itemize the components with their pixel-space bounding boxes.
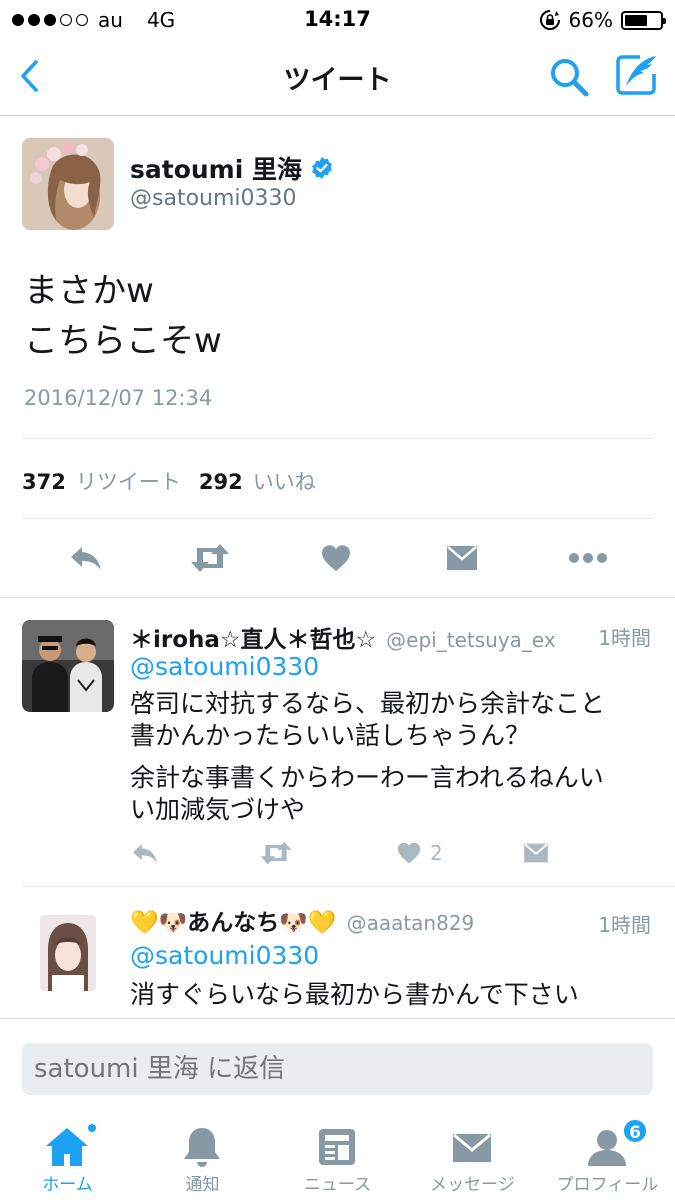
divider bbox=[22, 518, 653, 519]
like-count: 2 bbox=[430, 841, 443, 865]
tab-label: 通知 bbox=[185, 1175, 220, 1195]
rotation-lock-icon bbox=[539, 10, 560, 30]
reply-text-line: い加減気づけや bbox=[130, 795, 306, 824]
battery-icon bbox=[621, 10, 666, 30]
reply-user-handle[interactable]: @epi_tetsuya_ex bbox=[386, 628, 556, 652]
user-handle[interactable]: @satoumi0330 bbox=[130, 186, 297, 211]
tab-profile[interactable]: 6 プロフィール bbox=[540, 1114, 675, 1200]
divider bbox=[22, 438, 653, 439]
avatar[interactable] bbox=[22, 620, 114, 712]
reply-time: 1時間 bbox=[598, 626, 651, 650]
heart-icon bbox=[397, 842, 421, 864]
battery-percent: 66% bbox=[568, 8, 613, 32]
reply-header: 💛🐶あんなち🐶💛 @aaatan829 bbox=[130, 903, 474, 937]
reply-user-name[interactable]: 💛🐶あんなち🐶💛 bbox=[130, 903, 337, 937]
reply-icon bbox=[71, 547, 101, 570]
retweet-button[interactable] bbox=[258, 838, 294, 868]
search-icon[interactable] bbox=[548, 56, 590, 98]
avatar[interactable] bbox=[22, 138, 114, 230]
envelope-icon bbox=[524, 843, 548, 863]
retweet-icon bbox=[260, 841, 292, 865]
direct-message-button[interactable] bbox=[440, 536, 484, 580]
tab-label: ニュース bbox=[303, 1175, 372, 1195]
reply-header: ＊iroha☆直人＊哲也☆ @epi_tetsuya_ex bbox=[130, 620, 556, 654]
nav-bar: ツイート bbox=[0, 40, 675, 116]
retweet-count[interactable]: 372 bbox=[22, 470, 66, 494]
tab-label: メッセージ bbox=[430, 1175, 515, 1195]
reply-button[interactable] bbox=[130, 838, 160, 868]
mail-icon bbox=[453, 1133, 491, 1162]
tab-label: プロフィール bbox=[556, 1175, 659, 1195]
reply-tweet[interactable]: ＊iroha☆直人＊哲也☆ @epi_tetsuya_ex 1時間 @satou… bbox=[0, 598, 675, 886]
tab-news[interactable]: ニュース bbox=[270, 1114, 405, 1200]
reply-actions: 2 bbox=[0, 838, 675, 868]
user-name-text: satoumi 里海 bbox=[130, 155, 302, 184]
tweet-timestamp: 2016/12/07 12:34 bbox=[24, 386, 213, 410]
tweet-actions bbox=[0, 536, 675, 580]
news-icon bbox=[319, 1129, 355, 1165]
verified-badge-icon bbox=[312, 157, 332, 179]
reply-user-name[interactable]: ＊iroha☆直人＊哲也☆ bbox=[130, 620, 376, 654]
reply-icon bbox=[133, 844, 157, 863]
reply-text: 消すぐらいなら最初から書かんで下さい bbox=[130, 979, 579, 1011]
user-name[interactable]: satoumi 里海 bbox=[130, 150, 334, 186]
status-right: 66% bbox=[539, 8, 666, 32]
like-button[interactable]: 2 bbox=[396, 838, 443, 868]
reply-mention-link[interactable]: @satoumi0330 bbox=[130, 941, 319, 970]
more-button[interactable] bbox=[566, 536, 610, 580]
envelope-icon bbox=[447, 546, 477, 570]
reply-time: 1時間 bbox=[598, 913, 651, 937]
like-button[interactable] bbox=[314, 536, 358, 580]
like-label[interactable]: いいね bbox=[253, 466, 316, 496]
reply-text-line: 啓司に対抗するなら、最初から余計なこと bbox=[130, 689, 606, 718]
tab-messages[interactable]: メッセージ bbox=[405, 1114, 540, 1200]
reply-composer bbox=[0, 1018, 675, 1114]
tweet-stats: 372 リツイート 292 いいね bbox=[22, 466, 324, 496]
status-bar: au 4G 14:17 66% bbox=[0, 0, 675, 40]
retweet-label[interactable]: リツイート bbox=[76, 466, 181, 496]
reply-text: 啓司に対抗するなら、最初から余計なこと 書かんかったらいい話しちゃうん？ 余計な… bbox=[130, 688, 605, 826]
new-indicator-dot bbox=[86, 1122, 98, 1134]
avatar[interactable] bbox=[40, 915, 96, 991]
tab-label: ホーム bbox=[42, 1175, 93, 1195]
tab-notifications[interactable]: 通知 bbox=[135, 1114, 270, 1200]
tweet-text-line: まさかw bbox=[24, 271, 154, 311]
bell-icon bbox=[184, 1128, 220, 1167]
reply-input[interactable] bbox=[22, 1043, 653, 1095]
reply-text-line: 書かんかったらいい話しちゃうん？ bbox=[130, 721, 531, 750]
reply-tweet[interactable]: 💛🐶あんなち🐶💛 @aaatan829 1時間 @satoumi0330 消すぐ… bbox=[0, 887, 675, 1018]
retweet-icon bbox=[191, 544, 229, 572]
retweet-button[interactable] bbox=[188, 536, 232, 580]
reply-user-handle[interactable]: @aaatan829 bbox=[347, 911, 475, 935]
home-icon bbox=[46, 1128, 88, 1166]
tab-home[interactable]: ホーム bbox=[0, 1114, 135, 1200]
reply-mention-link[interactable]: @satoumi0330 bbox=[130, 652, 319, 681]
tab-bar: ホーム 通知 ニュース メッセージ 6 プロフィール bbox=[0, 1114, 675, 1200]
tweet-text: まさかw こちらこそw bbox=[24, 266, 222, 366]
compose-tweet-icon[interactable] bbox=[614, 52, 660, 98]
notification-badge: 6 bbox=[622, 1118, 648, 1144]
heart-icon bbox=[322, 545, 350, 571]
direct-message-button[interactable] bbox=[522, 838, 550, 868]
more-dots-icon bbox=[569, 553, 607, 563]
like-count[interactable]: 292 bbox=[199, 470, 243, 494]
reply-text-line: 余計な事書くからわーわー言われるねんい bbox=[130, 763, 604, 792]
tweet-text-line: こちらこそw bbox=[24, 321, 222, 361]
reply-text-line: 消すぐらいなら最初から書かんで下さい bbox=[130, 980, 579, 1009]
reply-button[interactable] bbox=[64, 536, 108, 580]
